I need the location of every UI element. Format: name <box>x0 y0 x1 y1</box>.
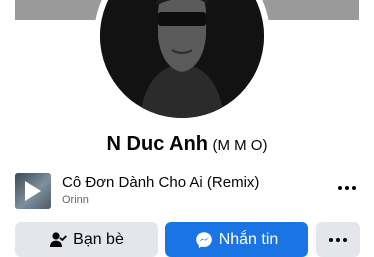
profile-name-row: N Duc Anh (M M O) <box>0 133 374 156</box>
friend-check-icon <box>49 231 67 249</box>
message-button[interactable]: Nhắn tin <box>165 222 308 257</box>
friends-button[interactable]: Bạn bè <box>15 222 158 257</box>
more-icon <box>329 237 347 242</box>
song-artist: Orinn <box>62 194 89 206</box>
profile-name: N Duc Anh <box>106 133 209 155</box>
more-icon <box>338 186 356 190</box>
messenger-icon <box>195 231 213 249</box>
profile-music[interactable]: Cô Đơn Dành Cho Ai (Remix) Orinn <box>15 170 361 210</box>
play-icon[interactable] <box>25 181 41 201</box>
message-button-label: Nhắn tin <box>218 230 279 248</box>
song-title: Cô Đơn Dành Cho Ai (Remix) <box>62 174 260 191</box>
profile-more-button[interactable] <box>316 222 360 257</box>
profile-alternate-name: (M M O) <box>212 137 268 154</box>
friends-button-label: Bạn bè <box>73 230 124 248</box>
music-more-button[interactable] <box>333 174 361 202</box>
album-art[interactable] <box>15 173 51 209</box>
